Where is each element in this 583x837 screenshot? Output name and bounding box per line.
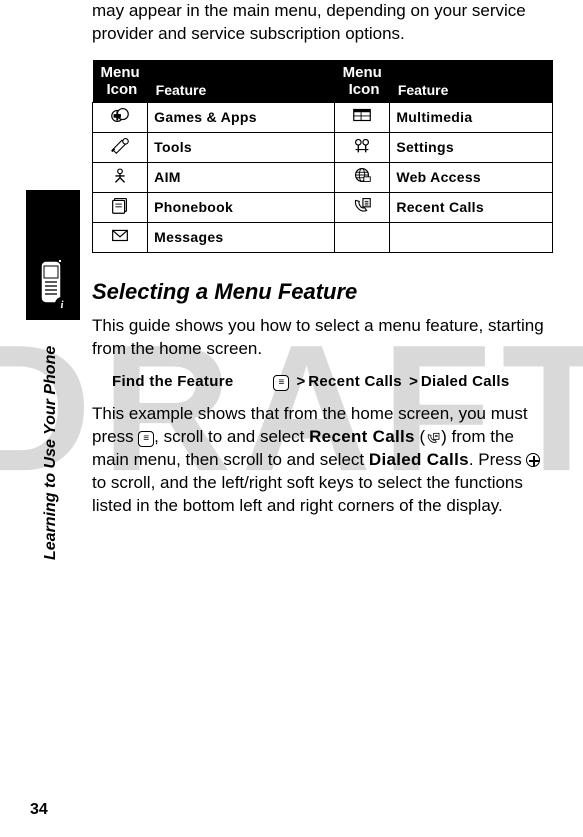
phonebook-icon (93, 192, 148, 222)
recent-calls-inline: Recent Calls (309, 427, 415, 446)
games-apps-label: Games & Apps (148, 102, 335, 132)
find-feature-row: Find the Feature ≡ >Recent Calls >Dialed… (112, 373, 553, 391)
messages-label: Messages (148, 222, 335, 252)
recent-calls-label: Recent Calls (390, 192, 553, 222)
settings-icon (335, 132, 390, 162)
text-fragment: to scroll, and the left/right soft keys … (92, 473, 523, 515)
table-row: Phonebook Recent Calls (93, 192, 553, 222)
table-row: Messages (93, 222, 553, 252)
example-paragraph: This example shows that from the home sc… (92, 403, 553, 518)
text-fragment: ( (415, 427, 425, 446)
intro-paragraph: may appear in the main menu, depending o… (92, 0, 553, 46)
empty-icon (335, 222, 390, 252)
recent-calls-inline-icon (425, 430, 441, 446)
text-fragment: . Press (469, 450, 527, 469)
th-icon-left: Icon (101, 81, 140, 98)
section-heading: Selecting a Menu Feature (92, 279, 553, 305)
th-feature-right: Feature (398, 82, 449, 98)
empty-label (390, 222, 553, 252)
nav-key-icon (526, 453, 540, 467)
menu-icon-table: Menu Icon Feature Menu Icon Feature (92, 60, 553, 253)
table-row: AIM Web Access (93, 162, 553, 192)
find-feature-path: ≡ >Recent Calls >Dialed Calls (273, 373, 509, 391)
find-feature-label: Find the Feature (112, 373, 233, 390)
games-apps-icon (93, 102, 148, 132)
th-icon-right: Icon (343, 81, 382, 98)
th-feature-left: Feature (156, 82, 207, 98)
aim-icon (93, 162, 148, 192)
tools-label: Tools (148, 132, 335, 162)
phone-info-icon: i (36, 260, 70, 312)
tools-icon (93, 132, 148, 162)
web-access-label: Web Access (390, 162, 553, 192)
phonebook-label: Phonebook (148, 192, 335, 222)
chapter-side-label: Learning to Use Your Phone (42, 346, 60, 560)
page-number: 34 (30, 801, 48, 819)
side-tab: i (26, 190, 80, 320)
path-step-1: Recent Calls (308, 373, 402, 390)
web-access-icon (335, 162, 390, 192)
table-row: Games & Apps Multimedia (93, 102, 553, 132)
th-menu-left: Menu (101, 64, 140, 81)
settings-label: Settings (390, 132, 553, 162)
aim-label: AIM (148, 162, 335, 192)
text-fragment: , scroll to and select (154, 427, 309, 446)
multimedia-label: Multimedia (390, 102, 553, 132)
recent-calls-icon (335, 192, 390, 222)
messages-icon (93, 222, 148, 252)
th-menu-right: Menu (343, 64, 382, 81)
table-row: Tools Settings (93, 132, 553, 162)
guide-intro-paragraph: This guide shows you how to select a men… (92, 315, 553, 361)
multimedia-icon (335, 102, 390, 132)
menu-key-icon: ≡ (138, 431, 154, 447)
dialed-calls-inline: Dialed Calls (369, 450, 469, 469)
path-step-2: Dialed Calls (421, 373, 510, 390)
menu-key-icon: ≡ (273, 375, 289, 391)
